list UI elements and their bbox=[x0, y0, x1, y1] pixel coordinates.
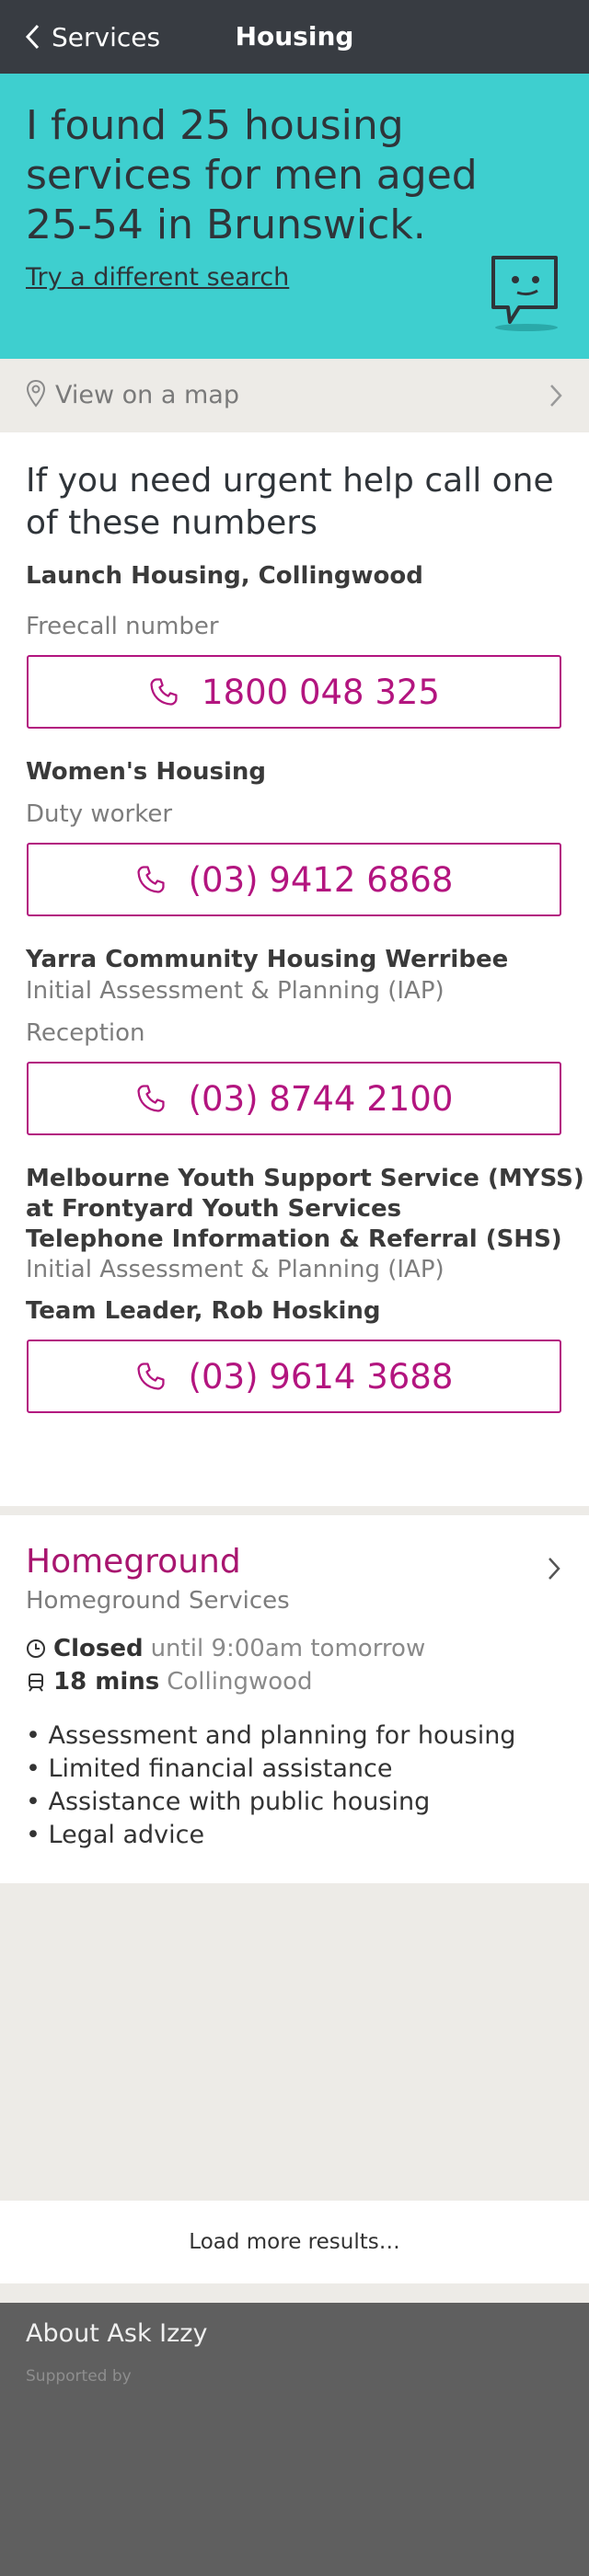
phone-icon bbox=[137, 1085, 165, 1112]
contact-org-name: Launch Housing, Collingwood bbox=[26, 562, 423, 590]
page-title: Housing bbox=[235, 21, 354, 52]
service-result-card[interactable]: Homeground Homeground Services Closed un… bbox=[0, 1515, 589, 1883]
travel-info: 18 mins Collingwood bbox=[26, 1668, 313, 1696]
call-button[interactable]: (03) 9412 6868 bbox=[27, 843, 561, 916]
phone-number: 1800 048 325 bbox=[202, 672, 440, 712]
chevron-right-icon bbox=[549, 1558, 560, 1580]
phone-icon bbox=[150, 678, 178, 706]
phone-icon bbox=[137, 1363, 165, 1390]
contact-role: Duty worker bbox=[26, 800, 173, 828]
contact-org-location: at Frontyard Youth Services bbox=[26, 1195, 402, 1223]
tram-icon bbox=[29, 1673, 43, 1692]
clock-icon bbox=[27, 1639, 45, 1658]
list-item: • Limited financial assistance bbox=[26, 1754, 393, 1783]
results-banner: I found 25 housing services for men aged… bbox=[0, 74, 589, 359]
opening-status: Closed until 9:00am tomorrow bbox=[26, 1635, 425, 1662]
contact-org-name: Yarra Community Housing Werribee bbox=[26, 946, 509, 973]
call-button[interactable]: (03) 8744 2100 bbox=[27, 1062, 561, 1135]
phone-icon bbox=[137, 866, 165, 893]
map-pin-icon bbox=[26, 379, 46, 408]
list-item: • Assistance with public housing bbox=[26, 1788, 431, 1816]
travel-time: 18 mins bbox=[53, 1668, 160, 1696]
call-button[interactable]: 1800 048 325 bbox=[27, 655, 561, 729]
urgent-help-title: If you need urgent help call one of thes… bbox=[26, 462, 554, 542]
contact-role: Reception bbox=[26, 1019, 145, 1047]
status-reopen-time: until 9:00am tomorrow bbox=[150, 1635, 426, 1662]
contact-program: Initial Assessment & Planning (IAP) bbox=[26, 977, 445, 1005]
contact-role: Team Leader, Rob Hosking bbox=[26, 1297, 381, 1325]
urgent-help-section: If you need urgent help call one of thes… bbox=[0, 432, 589, 1506]
travel-location: Collingwood bbox=[167, 1668, 313, 1696]
phone-number: (03) 9412 6868 bbox=[188, 859, 454, 900]
footer: About Ask Izzy Supported by bbox=[0, 2303, 589, 2576]
contact-role: Freecall number bbox=[26, 613, 219, 640]
about-link[interactable]: About Ask Izzy bbox=[26, 2319, 207, 2348]
try-different-search-link[interactable]: Try a different search bbox=[26, 263, 289, 292]
phone-number: (03) 8744 2100 bbox=[188, 1078, 454, 1119]
service-name[interactable]: Homeground bbox=[26, 1543, 241, 1581]
contact-program: Telephone Information & Referral (SHS) bbox=[26, 1225, 562, 1253]
list-item: • Legal advice bbox=[26, 1821, 205, 1849]
status-closed: Closed bbox=[53, 1635, 144, 1662]
load-more-button[interactable]: Load more results… bbox=[0, 2201, 589, 2283]
chevron-right-icon bbox=[550, 385, 562, 407]
results-summary: I found 25 housing services for men aged… bbox=[26, 102, 478, 248]
list-item: • Assessment and planning for housing bbox=[26, 1721, 516, 1750]
chat-bubble-icon[interactable] bbox=[486, 252, 563, 333]
view-on-map-row[interactable]: View on a map bbox=[0, 359, 589, 432]
call-button[interactable]: (03) 9614 3688 bbox=[27, 1340, 561, 1413]
phone-number: (03) 9614 3688 bbox=[188, 1356, 454, 1397]
service-features-list: • Assessment and planning for housing • … bbox=[26, 1719, 515, 1852]
view-on-map-label: View on a map bbox=[55, 381, 239, 409]
top-bar: Services Housing bbox=[0, 0, 589, 74]
contact-org-name: Women's Housing bbox=[26, 758, 266, 786]
contact-program: Initial Assessment & Planning (IAP) bbox=[26, 1256, 445, 1283]
service-organisation: Homeground Services bbox=[26, 1587, 290, 1615]
supported-by-label: Supported by bbox=[26, 2367, 132, 2386]
contact-org-name: Melbourne Youth Support Service (MYSS) bbox=[26, 1165, 584, 1192]
